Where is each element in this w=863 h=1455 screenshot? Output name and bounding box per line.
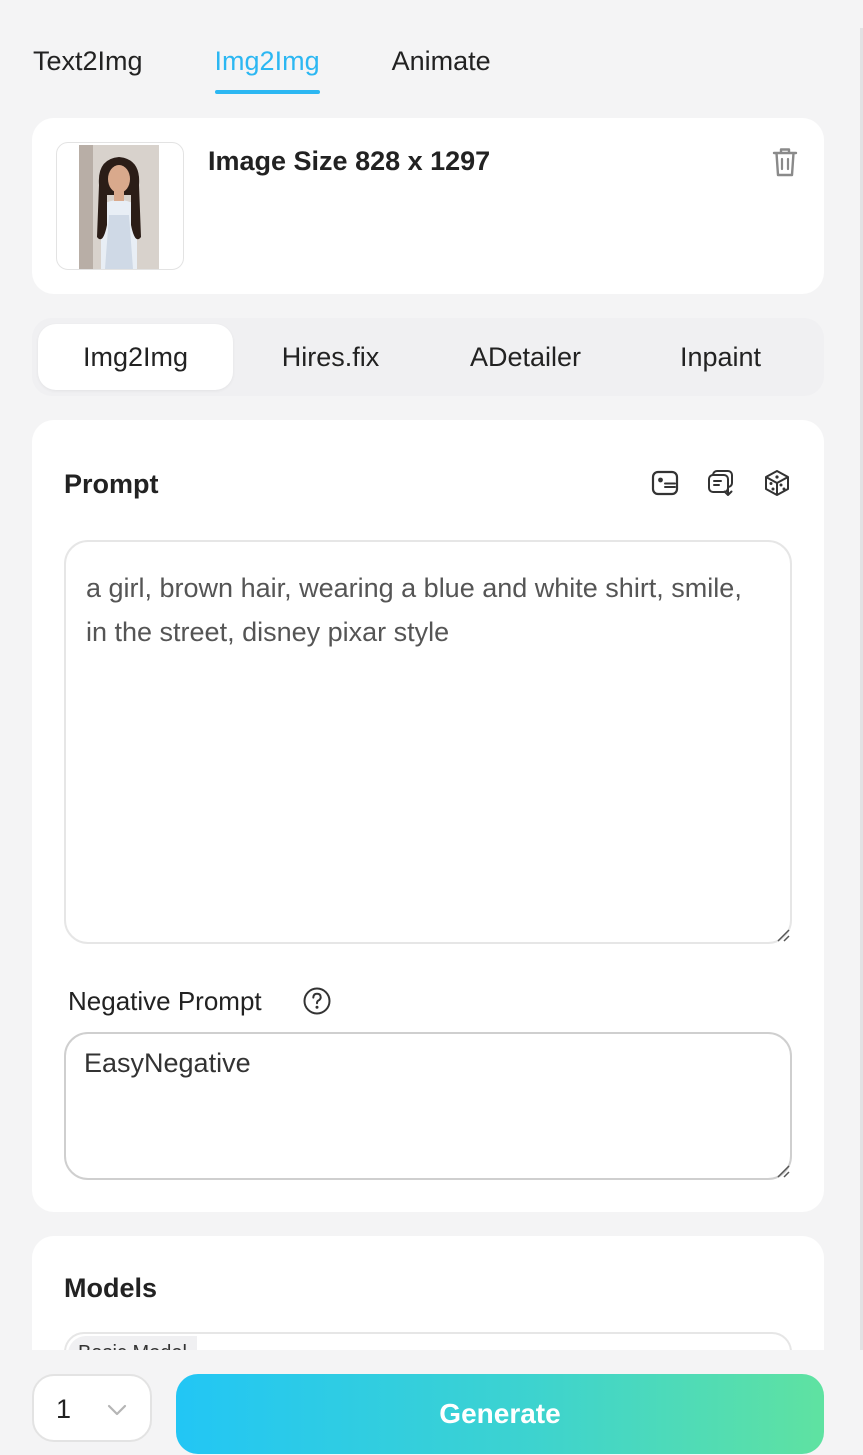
template-icon[interactable] [650, 468, 680, 498]
prompt-card: Prompt a girl, brown hair, wearing a blu… [32, 420, 824, 1212]
chevron-down-icon [107, 1404, 127, 1416]
resize-grip-icon[interactable] [774, 1162, 790, 1178]
resize-grip-icon[interactable] [774, 926, 790, 942]
prompt-tools [650, 468, 792, 498]
prompt-input[interactable]: a girl, brown hair, wearing a blue and w… [64, 540, 792, 944]
models-card: Models Basic Model [32, 1236, 824, 1350]
uploaded-image-card: Image Size 828 x 1297 [32, 118, 824, 294]
settings-tabs: Img2Img Hires.fix ADetailer Inpaint [32, 318, 824, 396]
trash-icon[interactable] [770, 146, 800, 178]
subtab-inpaint[interactable]: Inpaint [623, 324, 818, 390]
subtab-adetailer[interactable]: ADetailer [428, 324, 623, 390]
quantity-value: 1 [56, 1394, 72, 1424]
import-prompt-icon[interactable] [706, 468, 736, 498]
generate-button[interactable]: Generate [176, 1374, 824, 1454]
bottom-action-bar: 1 Generate [0, 1350, 863, 1455]
tab-img2img[interactable]: Img2Img [214, 44, 320, 94]
model-tag: Basic Model [68, 1336, 197, 1350]
negative-prompt-label: Negative Prompt [68, 986, 262, 1016]
random-dice-icon[interactable] [762, 468, 792, 498]
subtab-img2img[interactable]: Img2Img [38, 324, 233, 390]
image-size-label: Image Size 828 x 1297 [208, 146, 491, 176]
mode-tabs: Text2Img Img2Img Animate [33, 44, 491, 94]
help-icon[interactable] [302, 986, 332, 1016]
tab-text2img[interactable]: Text2Img [33, 44, 143, 78]
thumbnail-image [79, 145, 159, 269]
image-thumbnail[interactable] [56, 142, 184, 270]
models-title: Models [64, 1273, 158, 1303]
prompt-title: Prompt [64, 469, 159, 499]
basic-model-select[interactable]: Basic Model [64, 1332, 792, 1350]
subtab-hires-fix[interactable]: Hires.fix [233, 324, 428, 390]
tab-animate[interactable]: Animate [392, 44, 491, 78]
negative-prompt-input[interactable]: EasyNegative [64, 1032, 792, 1180]
quantity-select[interactable]: 1 [32, 1374, 152, 1442]
